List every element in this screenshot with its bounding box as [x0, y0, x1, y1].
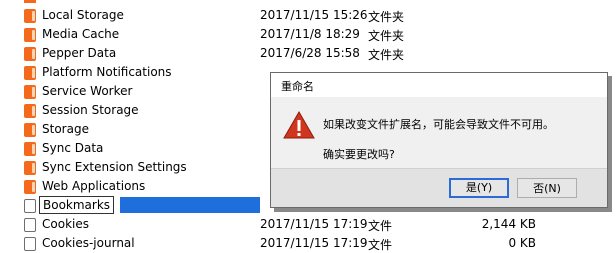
no-button[interactable]: 否(N) — [517, 178, 577, 198]
file-row[interactable]: Local Storage 2017/11/15 15:26 文件夹 — [0, 6, 616, 25]
folder-icon — [24, 28, 36, 42]
partial-row-above — [0, 0, 616, 4]
file-size: 2,144 KB — [481, 217, 536, 231]
file-icon — [24, 199, 36, 213]
folder-icon — [24, 123, 36, 137]
file-name: Local Storage — [42, 8, 124, 22]
dialog-titlebar[interactable]: 重命名 — [271, 73, 607, 97]
dialog-message: 如果改变文件扩展名，可能会导致文件不可用。 — [323, 118, 554, 131]
dialog-title: 重命名 — [281, 80, 314, 93]
folder-icon — [24, 180, 36, 194]
file-icon — [24, 237, 36, 251]
file-name: Sync Data — [42, 141, 104, 155]
selection-highlight — [120, 197, 260, 213]
file-name: Cookies-journal — [42, 236, 135, 250]
rename-dialog: 重命名 如果改变文件扩展名，可能会导致文件不可用。 确实要更改吗? 是(Y) 否… — [270, 72, 608, 208]
folder-icon — [24, 161, 36, 175]
file-row[interactable]: Pepper Data 2017/6/28 15:58 文件夹 — [0, 44, 616, 63]
file-name: Platform Notifications — [42, 65, 172, 79]
file-icon — [24, 218, 36, 232]
rename-input[interactable]: Bookmarks — [39, 196, 115, 214]
folder-icon — [24, 9, 36, 23]
file-size: 0 KB — [508, 236, 536, 250]
file-name: Sync Extension Settings — [42, 160, 187, 174]
dialog-question: 确实要更改吗? — [323, 148, 395, 161]
folder-icon — [24, 85, 36, 99]
file-name: Storage — [42, 122, 89, 136]
file-row[interactable]: Cookies-journal 2017/11/15 17:19 文件 0 KB — [0, 234, 616, 253]
file-row[interactable]: Media Cache 2017/11/8 18:29 文件夹 — [0, 25, 616, 44]
file-type: 文件夹 — [368, 29, 405, 43]
file-name: Cookies — [42, 217, 89, 231]
file-type: 文件夹 — [368, 48, 405, 62]
file-name: Web Applications — [42, 179, 146, 193]
file-date: 2017/11/15 17:19 — [260, 236, 368, 250]
file-date: 2017/6/28 15:58 — [260, 46, 360, 60]
file-date: 2017/11/15 17:19 — [260, 217, 368, 231]
file-row[interactable]: Cookies 2017/11/15 17:19 文件 2,144 KB — [0, 215, 616, 234]
file-type: 文件夹 — [368, 10, 405, 24]
file-date: 2017/11/15 15:26 — [260, 8, 368, 22]
file-name: Service Worker — [42, 84, 133, 98]
file-type: 文件 — [368, 238, 393, 252]
dialog-footer: 是(Y) 否(N) — [271, 168, 607, 207]
file-date: 2017/11/8 18:29 — [260, 27, 360, 41]
yes-button[interactable]: 是(Y) — [449, 178, 509, 198]
folder-icon — [24, 47, 36, 61]
folder-icon — [24, 66, 36, 80]
folder-icon — [24, 0, 36, 3]
folder-icon — [24, 142, 36, 156]
file-name: Media Cache — [42, 27, 120, 41]
warning-icon — [283, 111, 315, 139]
folder-icon — [24, 104, 36, 118]
file-name: Session Storage — [42, 103, 139, 117]
file-name: Pepper Data — [42, 46, 117, 60]
file-type: 文件 — [368, 219, 393, 233]
